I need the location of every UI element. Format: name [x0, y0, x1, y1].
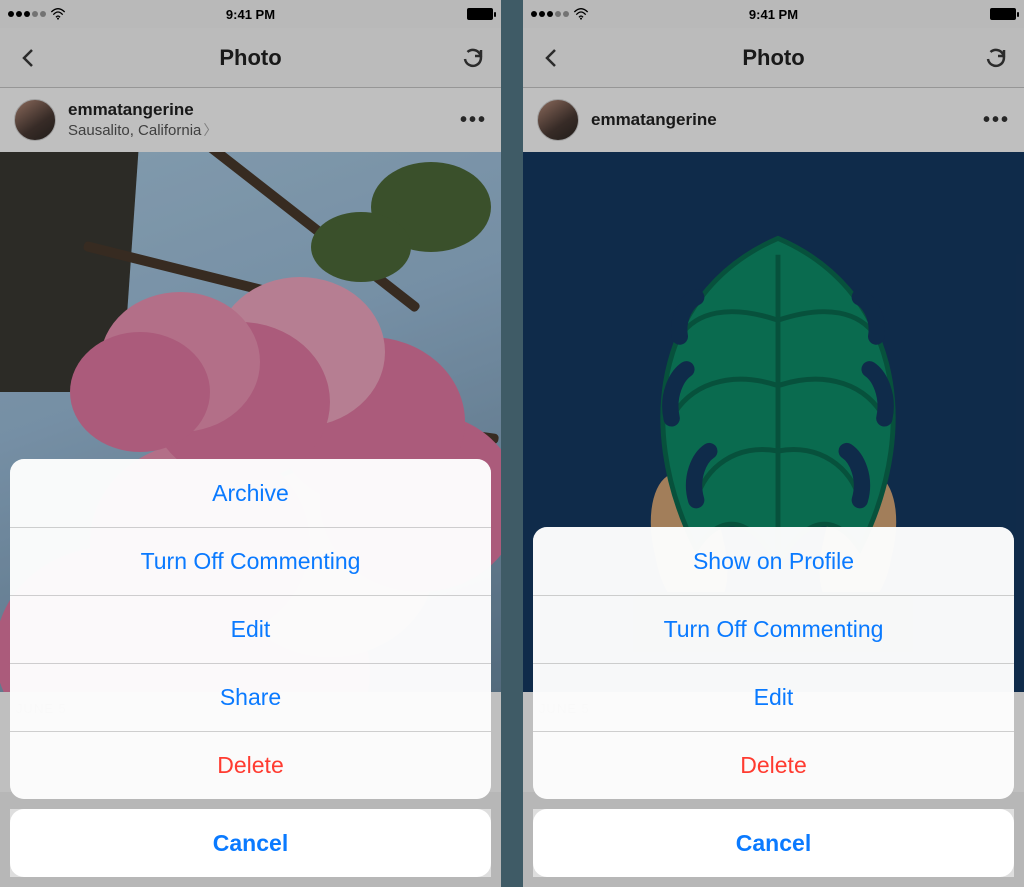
sheet-option-edit[interactable]: Edit [533, 663, 1014, 731]
phone-screen-right: 9:41 PM Photo emmatangerine ••• JUNE 5 [523, 0, 1024, 887]
sheet-option-share[interactable]: Share [10, 663, 491, 731]
nav-bar: Photo [523, 28, 1024, 88]
page-title: Photo [0, 45, 501, 71]
sheet-option-delete[interactable]: Delete [10, 731, 491, 799]
battery-icon [467, 8, 493, 20]
avatar[interactable] [14, 99, 56, 141]
more-options-button[interactable]: ••• [983, 109, 1010, 132]
action-sheet: Archive Turn Off Commenting Edit Share D… [0, 449, 501, 887]
post-location-text: Sausalito, California [68, 122, 201, 139]
sheet-option-turn-off-commenting[interactable]: Turn Off Commenting [10, 527, 491, 595]
nav-bar: Photo [0, 28, 501, 88]
post-location[interactable]: Sausalito, California 〉 [68, 120, 448, 140]
post-username[interactable]: emmatangerine [68, 100, 448, 120]
gap [501, 0, 523, 887]
phone-screen-left: 9:41 PM Photo emmatangerine Sausalito, C… [0, 0, 501, 887]
sheet-option-delete[interactable]: Delete [533, 731, 1014, 799]
post-header: emmatangerine Sausalito, California 〉 ••… [0, 88, 501, 152]
battery-icon [990, 8, 1016, 20]
action-sheet: Show on Profile Turn Off Commenting Edit… [523, 517, 1024, 887]
sheet-option-edit[interactable]: Edit [10, 595, 491, 663]
status-time: 9:41 PM [0, 7, 501, 22]
post-header: emmatangerine ••• [523, 88, 1024, 152]
status-bar: 9:41 PM [0, 0, 501, 28]
chevron-right-icon: 〉 [203, 120, 217, 140]
more-options-button[interactable]: ••• [460, 109, 487, 132]
page-title: Photo [523, 45, 1024, 71]
post-username[interactable]: emmatangerine [591, 110, 971, 130]
sheet-option-turn-off-commenting[interactable]: Turn Off Commenting [533, 595, 1014, 663]
sheet-option-archive[interactable]: Archive [10, 459, 491, 527]
status-time: 9:41 PM [523, 7, 1024, 22]
status-bar: 9:41 PM [523, 0, 1024, 28]
sheet-option-show-on-profile[interactable]: Show on Profile [533, 527, 1014, 595]
sheet-cancel-button[interactable]: Cancel [533, 809, 1014, 877]
avatar[interactable] [537, 99, 579, 141]
sheet-cancel-button[interactable]: Cancel [10, 809, 491, 877]
